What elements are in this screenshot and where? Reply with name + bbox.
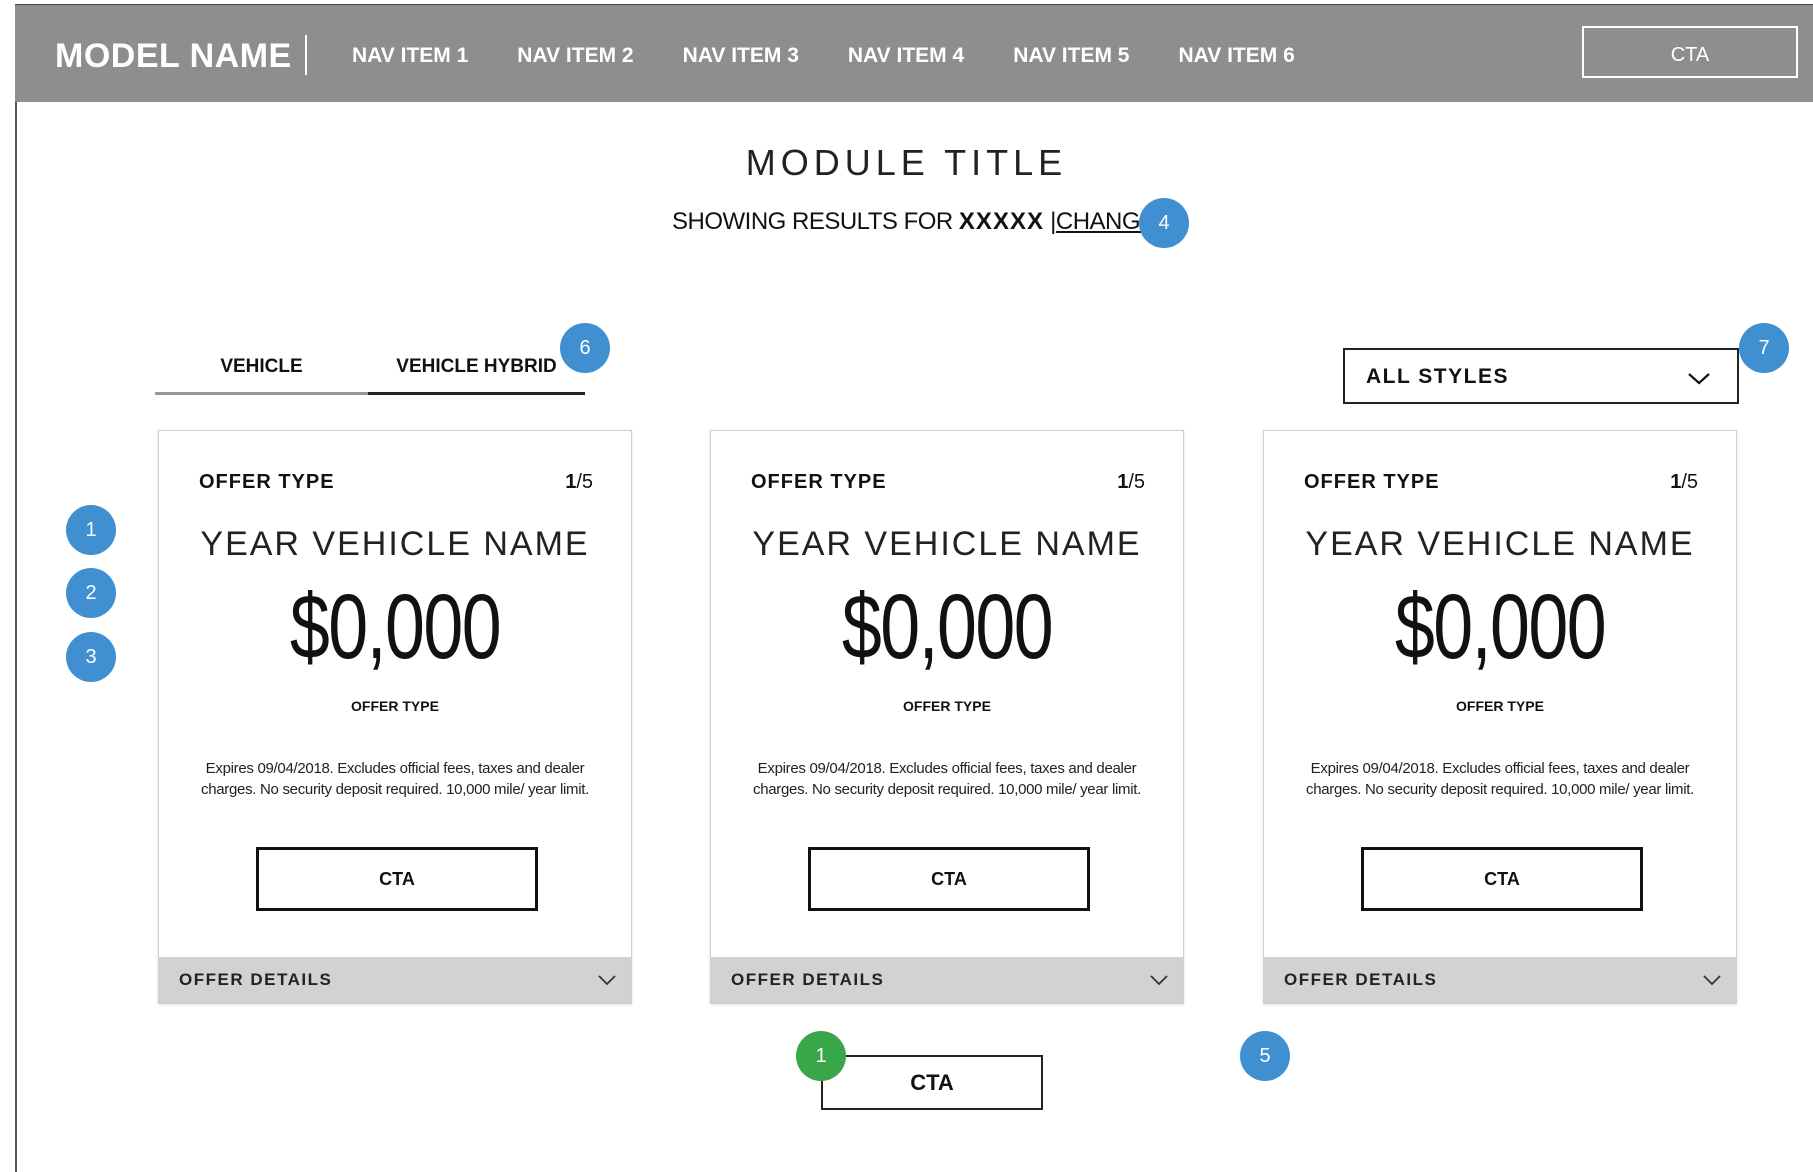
nav-item-1[interactable]: NAV ITEM 1	[352, 5, 468, 102]
card-current-index: 1	[1670, 471, 1682, 493]
card-price: $0,000	[289, 576, 502, 678]
offer-details-label: OFFER DETAILS	[179, 970, 333, 989]
vehicle-tabs: VEHICLE VEHICLE HYBRID	[155, 350, 585, 395]
results-prefix: SHOWING RESULTS FOR	[672, 208, 953, 235]
card-cta-button[interactable]: CTA	[1361, 847, 1643, 911]
card-pagination: 1/5	[1670, 471, 1698, 494]
offer-card-3: OFFER TYPE 1/5 YEAR VEHICLE NAME $0,000 …	[1263, 430, 1737, 1004]
card-pagination: 1/5	[565, 471, 593, 494]
chevron-down-icon	[598, 975, 616, 986]
card-total: /5	[576, 471, 593, 493]
card-price-label: OFFER TYPE	[1456, 698, 1544, 714]
tab-vehicle[interactable]: VEHICLE	[155, 350, 368, 395]
card-vehicle-name: YEAR VEHICLE NAME	[752, 525, 1142, 563]
annotation-marker-6: 6	[560, 323, 610, 373]
offer-details-label: OFFER DETAILS	[731, 970, 885, 989]
card-price-label: OFFER TYPE	[351, 698, 439, 714]
offer-details-toggle[interactable]: OFFER DETAILS	[1264, 957, 1736, 1003]
card-disclaimer: Expires 09/04/2018. Excludes official fe…	[753, 760, 1141, 798]
card-offer-type: OFFER TYPE	[1304, 471, 1440, 493]
annotation-marker-5: 5	[1240, 1031, 1290, 1081]
chevron-down-icon	[1688, 373, 1710, 385]
annotation-marker-green-1: 1	[796, 1031, 846, 1081]
nav-item-3[interactable]: NAV ITEM 3	[683, 5, 799, 102]
chevron-down-icon	[1703, 975, 1721, 986]
card-total: /5	[1681, 471, 1698, 493]
card-total: /5	[1128, 471, 1145, 493]
model-name[interactable]: MODEL NAME	[55, 5, 292, 102]
card-price-label: OFFER TYPE	[903, 698, 991, 714]
card-vehicle-name: YEAR VEHICLE NAME	[200, 525, 590, 563]
header-divider	[305, 35, 307, 75]
nav-item-6[interactable]: NAV ITEM 6	[1178, 5, 1294, 102]
card-cta-button[interactable]: CTA	[256, 847, 538, 911]
annotation-marker-3: 3	[66, 632, 116, 682]
card-pagination: 1/5	[1117, 471, 1145, 494]
annotation-marker-1: 1	[66, 505, 116, 555]
results-value: XXXXX	[958, 208, 1044, 235]
card-price: $0,000	[841, 576, 1054, 678]
card-offer-type: OFFER TYPE	[751, 471, 887, 493]
header-cta-button[interactable]: CTA	[1582, 26, 1798, 78]
card-offer-type: OFFER TYPE	[199, 471, 335, 493]
card-price: $0,000	[1394, 576, 1607, 678]
offer-card-2: OFFER TYPE 1/5 YEAR VEHICLE NAME $0,000 …	[710, 430, 1184, 1004]
card-disclaimer: Expires 09/04/2018. Excludes official fe…	[1306, 760, 1694, 798]
card-disclaimer: Expires 09/04/2018. Excludes official fe…	[201, 760, 589, 798]
chevron-down-icon	[1150, 975, 1168, 986]
offer-details-toggle[interactable]: OFFER DETAILS	[711, 957, 1183, 1003]
dropdown-selected-value: ALL STYLES	[1366, 365, 1509, 388]
nav-item-5[interactable]: NAV ITEM 5	[1013, 5, 1129, 102]
styles-dropdown[interactable]: ALL STYLES	[1343, 348, 1739, 404]
offer-card-1: OFFER TYPE 1/5 YEAR VEHICLE NAME $0,000 …	[158, 430, 632, 1004]
nav-menu: NAV ITEM 1 NAV ITEM 2 NAV ITEM 3 NAV ITE…	[352, 5, 1344, 102]
tab-vehicle-hybrid[interactable]: VEHICLE HYBRID	[368, 350, 585, 395]
top-nav-bar: MODEL NAME NAV ITEM 1 NAV ITEM 2 NAV ITE…	[15, 5, 1813, 102]
card-cta-button[interactable]: CTA	[808, 847, 1090, 911]
offer-details-toggle[interactable]: OFFER DETAILS	[159, 957, 631, 1003]
nav-item-4[interactable]: NAV ITEM 4	[848, 5, 964, 102]
results-line: SHOWING RESULTS FOR XXXXX |CHANGE	[672, 208, 1156, 236]
annotation-marker-4: 4	[1139, 198, 1189, 248]
card-current-index: 1	[565, 471, 577, 493]
card-current-index: 1	[1117, 471, 1129, 493]
annotation-marker-2: 2	[66, 568, 116, 618]
bottom-cta-button[interactable]: CTA	[821, 1055, 1043, 1110]
frame-left-line	[15, 100, 17, 1172]
module-title: MODULE TITLE	[745, 142, 1068, 183]
card-vehicle-name: YEAR VEHICLE NAME	[1305, 525, 1695, 563]
nav-item-2[interactable]: NAV ITEM 2	[517, 5, 633, 102]
annotation-marker-7: 7	[1739, 323, 1789, 373]
offer-details-label: OFFER DETAILS	[1284, 970, 1438, 989]
